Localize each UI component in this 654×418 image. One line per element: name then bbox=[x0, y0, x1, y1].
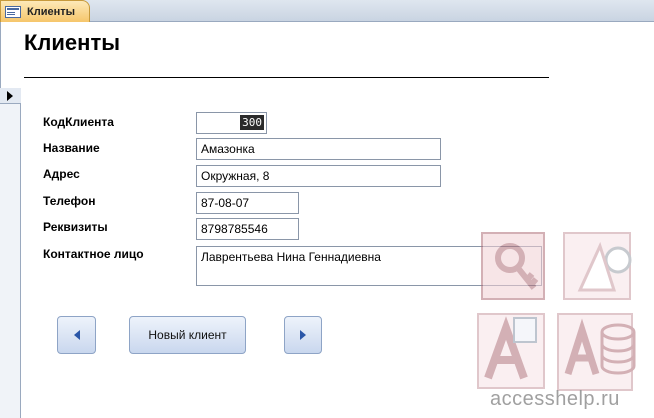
label-phone: Телефон bbox=[43, 194, 96, 208]
new-client-button[interactable]: Новый клиент bbox=[129, 316, 246, 354]
client-id-field[interactable]: 300 bbox=[196, 112, 267, 134]
left-triangle-icon bbox=[73, 330, 80, 340]
watermark-text: accesshelp.ru bbox=[490, 388, 620, 410]
form-title: Клиенты bbox=[24, 30, 121, 55]
current-record-arrow-icon bbox=[7, 91, 13, 101]
label-client-id: КодКлиента bbox=[43, 115, 114, 129]
document-tab-strip: Клиенты bbox=[0, 0, 654, 22]
label-address: Адрес bbox=[43, 167, 80, 181]
next-record-button[interactable] bbox=[284, 316, 322, 354]
phone-field[interactable]: 87-08-07 bbox=[196, 192, 299, 214]
tab-clients[interactable]: Клиенты bbox=[0, 0, 90, 22]
previous-record-button[interactable] bbox=[57, 316, 96, 354]
form-icon bbox=[5, 5, 21, 18]
record-selector-bar[interactable] bbox=[0, 88, 21, 418]
address-field[interactable]: Окружная, 8 bbox=[196, 165, 441, 187]
label-contact-person: Контактное лицо bbox=[43, 247, 144, 261]
name-field[interactable]: Амазонка bbox=[196, 138, 441, 160]
record-selector[interactable] bbox=[0, 88, 21, 104]
title-divider bbox=[24, 77, 549, 78]
client-id-value: 300 bbox=[240, 115, 264, 130]
access-form-window: Клиенты Клиенты КодКлиента Название Адре… bbox=[0, 0, 654, 418]
right-triangle-icon bbox=[300, 330, 306, 340]
label-requisites: Реквизиты bbox=[43, 220, 108, 234]
label-name: Название bbox=[43, 141, 100, 155]
requisites-field[interactable]: 8798785546 bbox=[196, 218, 299, 240]
tab-label: Клиенты bbox=[27, 5, 76, 18]
form-left-edge bbox=[0, 22, 1, 88]
